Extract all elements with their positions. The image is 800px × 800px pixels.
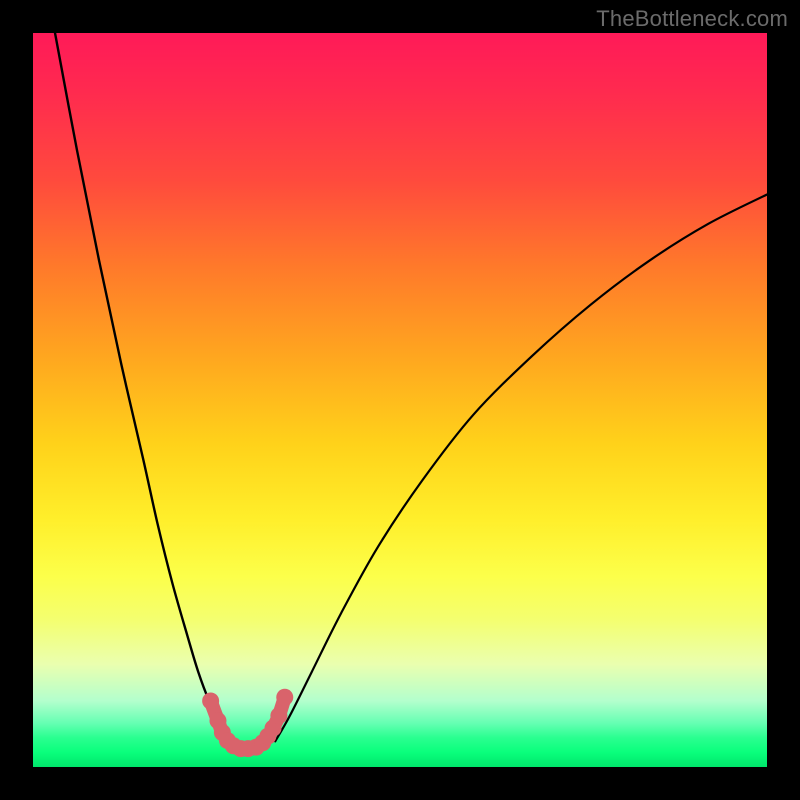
valley-marker-dots	[202, 689, 293, 757]
valley-marker-dot	[270, 707, 287, 724]
right-branch-curve	[275, 194, 767, 741]
valley-marker-dot	[276, 689, 293, 706]
chart-frame: TheBottleneck.com	[0, 0, 800, 800]
curve-layer	[33, 33, 767, 767]
watermark-text: TheBottleneck.com	[596, 6, 788, 32]
valley-marker-dot	[202, 692, 219, 709]
left-branch-curve	[55, 33, 231, 741]
